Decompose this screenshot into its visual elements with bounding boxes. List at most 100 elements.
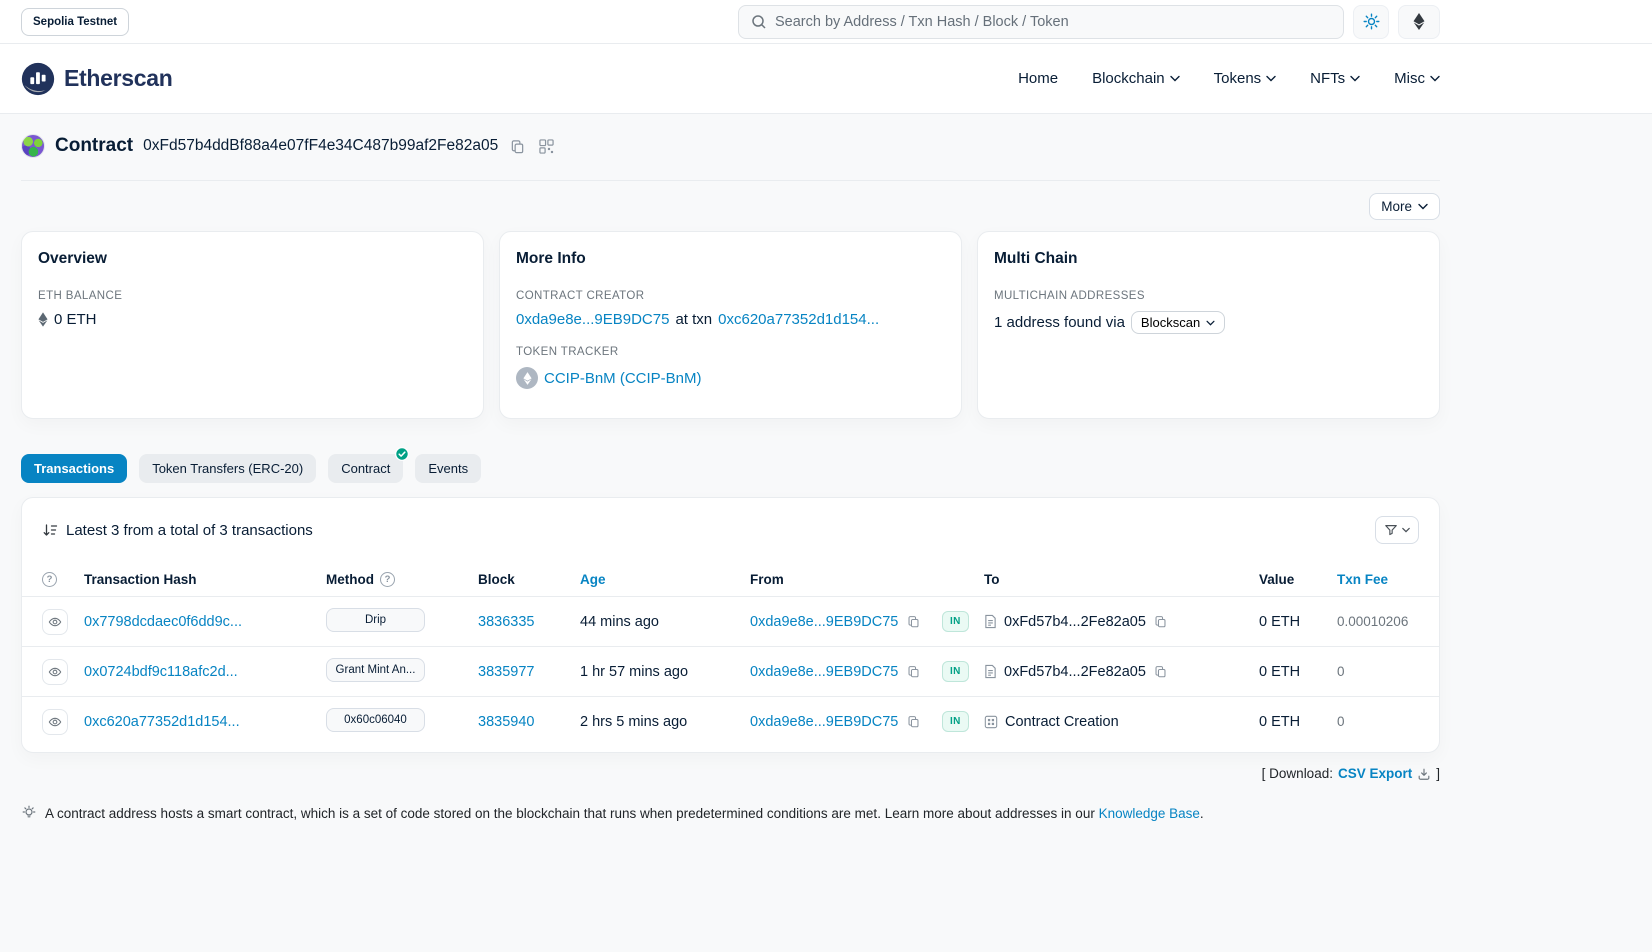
help-icon[interactable]: ? [42, 572, 57, 587]
etherscan-logo[interactable]: Etherscan [21, 62, 173, 96]
network-switcher-button[interactable] [1398, 5, 1440, 39]
nav-item-nfts[interactable]: NFTs [1310, 70, 1360, 87]
transaction-row: 0xc620a77352d1d154... 0x60c06040 3835940… [22, 696, 1439, 746]
txn-fee-text: 0.00010206 [1337, 614, 1419, 629]
from-address-link[interactable]: 0xda9e8e...9EB9DC75 [750, 664, 898, 680]
column-header-from: From [750, 572, 942, 587]
nav-item-blockchain[interactable]: Blockchain [1092, 70, 1180, 87]
tab-contract[interactable]: Contract [328, 454, 403, 483]
column-header-method: Method [326, 572, 374, 587]
download-row: [ Download: CSV Export ] [21, 766, 1440, 781]
contract-creation-icon [984, 715, 998, 729]
column-header-hash: Transaction Hash [84, 572, 326, 587]
transactions-table-header: ? Transaction Hash Method ? Block Age Fr… [22, 562, 1439, 596]
copy-icon[interactable] [1153, 664, 1168, 679]
title-divider [21, 180, 1440, 181]
creator-address-link[interactable]: 0xda9e8e...9EB9DC75 [516, 311, 669, 328]
nav-item-misc[interactable]: Misc [1394, 70, 1440, 87]
creator-connector-text: at txn [675, 311, 712, 328]
block-link[interactable]: 3836335 [478, 614, 534, 630]
qr-code-button[interactable] [537, 137, 556, 156]
column-header-age[interactable]: Age [580, 572, 750, 587]
from-address-link[interactable]: 0xda9e8e...9EB9DC75 [750, 714, 898, 730]
method-badge: Drip [326, 608, 425, 632]
direction-badge: IN [942, 711, 969, 732]
preview-eye-button[interactable] [42, 609, 68, 635]
contract-file-icon [984, 614, 997, 629]
copy-icon [510, 139, 525, 154]
main-nav: Home Blockchain Tokens NFTs Misc [1018, 70, 1440, 87]
knowledge-base-link[interactable]: Knowledge Base [1099, 806, 1200, 821]
block-link[interactable]: 3835940 [478, 714, 534, 730]
nav-item-tokens[interactable]: Tokens [1214, 70, 1277, 87]
summary-cards: Overview ETH BALANCE 0 ETH More Info CON… [21, 231, 1440, 419]
filter-button[interactable] [1375, 516, 1419, 544]
multichain-addresses-label: MULTICHAIN ADDRESSES [994, 290, 1423, 302]
column-header-fee[interactable]: Txn Fee [1337, 572, 1419, 587]
page-title: Contract [55, 135, 133, 157]
column-header-block: Block [478, 572, 580, 587]
age-text: 44 mins ago [580, 614, 750, 630]
method-badge: Grant Mint An... [326, 658, 425, 682]
multichain-card-title: Multi Chain [994, 250, 1423, 268]
preview-eye-button[interactable] [42, 709, 68, 735]
etherscan-logo-icon [21, 62, 55, 96]
age-text: 1 hr 57 mins ago [580, 664, 750, 680]
tab-token-transfers[interactable]: Token Transfers (ERC-20) [139, 454, 316, 483]
chevron-down-icon [1170, 75, 1180, 82]
download-prefix-text: [ Download: [1262, 766, 1333, 781]
copy-icon[interactable] [1153, 614, 1168, 629]
contract-info-note: A contract address hosts a smart contrac… [21, 804, 1440, 824]
from-address-link[interactable]: 0xda9e8e...9EB9DC75 [750, 614, 898, 630]
method-badge: 0x60c06040 [326, 708, 425, 732]
search-input[interactable] [775, 14, 1331, 30]
sun-icon [1363, 13, 1380, 30]
main-content: Contract 0xFd57b4ddBf88a4e07fF4e34C487b9… [21, 114, 1440, 824]
block-link[interactable]: 3835977 [478, 664, 534, 680]
direction-badge: IN [942, 611, 969, 632]
token-tracker-link[interactable]: CCIP-BnM (CCIP-BnM) [544, 370, 702, 387]
to-address-text: 0xFd57b4...2Fe82a05 [1004, 664, 1146, 680]
more-info-card-title: More Info [516, 250, 945, 268]
chevron-down-icon [1350, 75, 1360, 82]
transaction-row: 0x7798dcdaec0f6dd9c... Drip 3836335 44 m… [22, 596, 1439, 646]
value-text: 0 ETH [1259, 664, 1337, 680]
nav-item-home[interactable]: Home [1018, 70, 1058, 87]
tab-transactions[interactable]: Transactions [21, 454, 127, 483]
overview-card: Overview ETH BALANCE 0 ETH [21, 231, 484, 419]
note-text: A contract address hosts a smart contrac… [45, 806, 1095, 821]
network-badge[interactable]: Sepolia Testnet [21, 8, 129, 36]
creation-txn-link[interactable]: 0xc620a77352d1d154... [718, 311, 879, 328]
download-suffix-text: ] [1436, 766, 1440, 781]
transaction-row: 0x0724bdf9c118afc2d... Grant Mint An... … [22, 646, 1439, 696]
preview-eye-button[interactable] [42, 659, 68, 685]
to-address-text: Contract Creation [1005, 714, 1119, 730]
more-dropdown-button[interactable]: More [1369, 193, 1440, 220]
search-box[interactable] [738, 5, 1344, 39]
value-text: 0 ETH [1259, 614, 1337, 630]
contract-file-icon [984, 664, 997, 679]
txn-hash-link[interactable]: 0x7798dcdaec0f6dd9c... [84, 614, 242, 630]
brand-name: Etherscan [64, 65, 173, 92]
copy-icon[interactable] [906, 714, 921, 729]
copy-address-button[interactable] [508, 137, 527, 156]
csv-export-link[interactable]: CSV Export [1338, 766, 1412, 781]
overview-card-title: Overview [38, 250, 467, 268]
tab-events[interactable]: Events [415, 454, 481, 483]
help-icon[interactable]: ? [380, 572, 395, 587]
txn-hash-link[interactable]: 0x0724bdf9c118afc2d... [84, 664, 238, 680]
copy-icon[interactable] [906, 614, 921, 629]
address-title-row: Contract 0xFd57b4ddBf88a4e07fF4e34C487b9… [21, 114, 1440, 180]
blockscan-dropdown[interactable]: Blockscan [1131, 311, 1225, 334]
copy-icon[interactable] [906, 664, 921, 679]
download-icon [1417, 767, 1431, 781]
txn-fee-text: 0 [1337, 664, 1419, 679]
topbar-right-group [738, 5, 1440, 39]
txn-fee-text: 0 [1337, 714, 1419, 729]
site-header: Etherscan Home Blockchain Tokens NFTs Mi… [0, 44, 1652, 114]
theme-toggle-button[interactable] [1353, 5, 1389, 39]
lightbulb-icon [21, 805, 37, 821]
txn-hash-link[interactable]: 0xc620a77352d1d154... [84, 714, 240, 730]
chevron-down-icon [1206, 320, 1215, 326]
eth-balance-value: 0 ETH [54, 311, 97, 328]
